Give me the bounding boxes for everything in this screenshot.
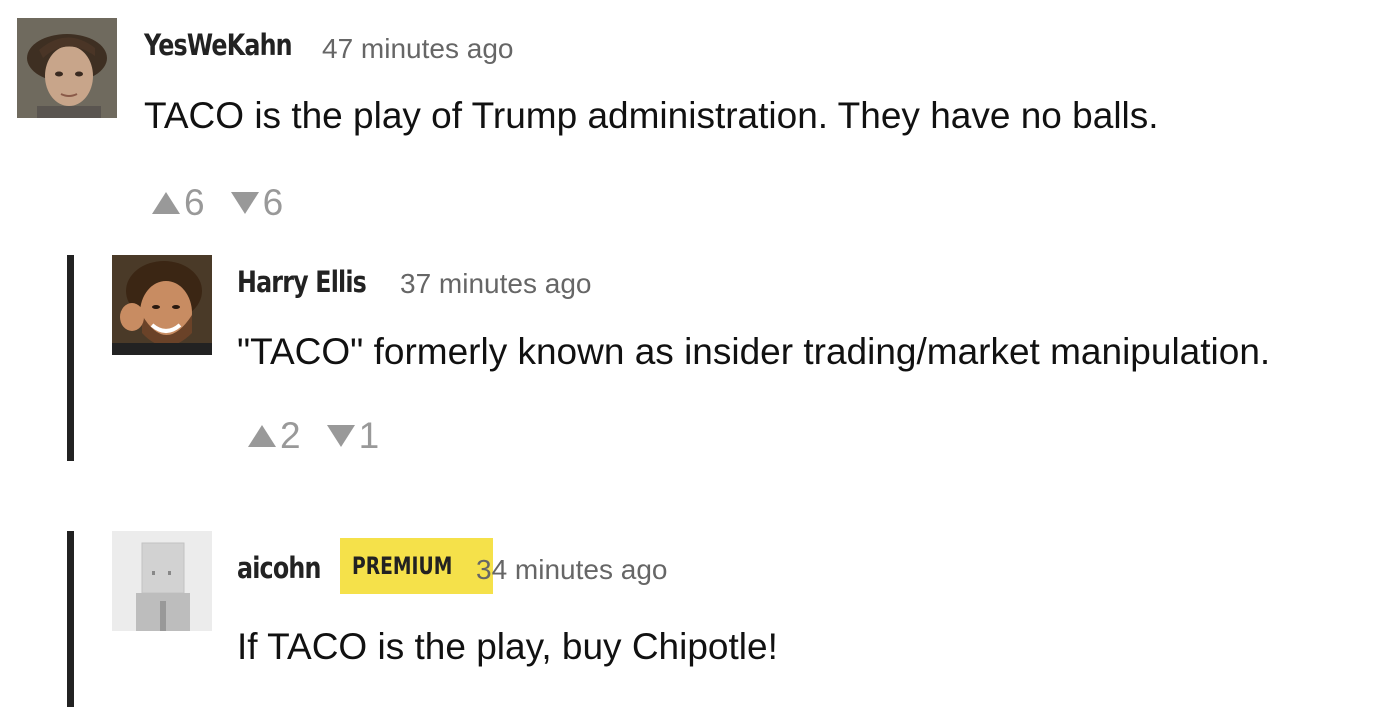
downvote-button[interactable]: 6 (230, 182, 284, 224)
comment-text: If TACO is the play, buy Chipotle! (237, 626, 778, 667)
triangle-down-icon (326, 425, 355, 447)
triangle-up-icon (152, 192, 180, 214)
upvote-button[interactable]: 6 (152, 182, 205, 224)
avatar-image (112, 255, 212, 355)
comment-text: "TACO" formerly known as insider trading… (237, 331, 1271, 372)
reply-thread-bar (67, 531, 74, 707)
timestamp[interactable]: 34 minutes ago (476, 554, 667, 586)
avatar-image (112, 531, 212, 631)
timestamp[interactable]: 47 minutes ago (322, 33, 513, 65)
premium-badge: PREMIUM (340, 538, 493, 594)
comment-text: TACO is the play of Trump administration… (144, 95, 1159, 136)
upvote-count: 6 (184, 182, 205, 223)
author-name[interactable]: Harry Ellis (237, 265, 367, 299)
triangle-down-icon (230, 192, 259, 214)
avatar-image (17, 18, 117, 118)
author-name[interactable]: aicohn (237, 551, 321, 585)
avatar[interactable] (17, 18, 117, 118)
avatar[interactable] (112, 531, 212, 631)
reply-thread-bar (67, 255, 74, 461)
upvote-button[interactable]: 2 (248, 415, 301, 457)
downvote-button[interactable]: 1 (326, 415, 380, 457)
triangle-up-icon (248, 425, 276, 447)
downvote-count: 1 (358, 415, 380, 456)
vote-bar: 6 6 (152, 182, 283, 224)
vote-bar: 2 1 (248, 415, 379, 457)
avatar[interactable] (112, 255, 212, 355)
downvote-count: 6 (262, 182, 284, 223)
timestamp[interactable]: 37 minutes ago (400, 268, 591, 300)
premium-badge-label: PREMIUM (352, 552, 453, 580)
author-name[interactable]: YesWeKahn (144, 28, 293, 62)
upvote-count: 2 (280, 415, 301, 456)
